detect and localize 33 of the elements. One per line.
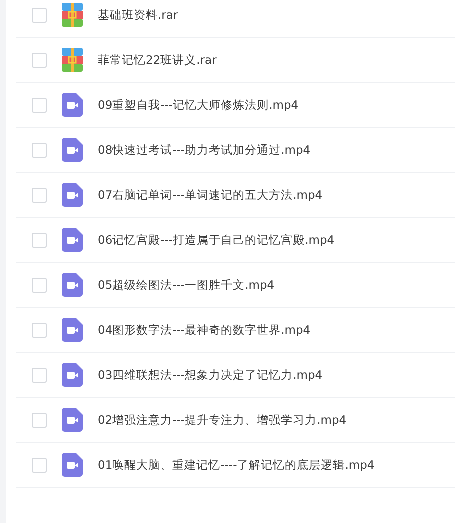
video-file-icon [62,318,83,342]
file-name[interactable]: 08快速过考试---助力考试加分通过.mp4 [98,142,311,158]
video-file-icon [62,273,83,297]
checkbox[interactable] [32,188,47,202]
file-name[interactable]: 基础班资料.rar [98,8,178,22]
archive-icon [62,3,83,27]
checkbox[interactable] [32,458,47,472]
file-name[interactable]: 04图形数字法---最神奇的数字世界.mp4 [98,322,311,338]
checkbox[interactable] [32,322,47,338]
file-name[interactable]: 06记忆宫殿---打造属于自己的记忆宫殿.mp4 [98,232,335,248]
checkbox[interactable] [32,8,47,22]
checkbox[interactable] [32,52,47,68]
video-file-icon [62,228,83,252]
file-name[interactable]: 菲常记忆22班讲义.rar [98,52,217,68]
video-file-icon [62,183,83,207]
checkbox[interactable] [32,142,47,158]
file-name[interactable]: 01唤醒大脑、重建记忆----了解记忆的底层逻辑.mp4 [98,458,375,472]
video-file-icon [62,408,83,432]
checkbox[interactable] [32,98,47,112]
file-name[interactable]: 03四维联想法---想象力决定了记忆力.mp4 [98,368,323,382]
checkbox[interactable] [32,368,47,382]
archive-icon [62,48,83,72]
file-name[interactable]: 09重塑自我---记忆大师修炼法则.mp4 [98,98,299,112]
video-file-icon [62,363,83,387]
video-file-icon [62,453,83,477]
video-file-icon [62,93,83,117]
checkbox[interactable] [32,278,47,292]
file-name[interactable]: 07右脑记单词---单词速记的五大方法.mp4 [98,188,323,202]
checkbox[interactable] [32,412,47,428]
video-file-icon [62,138,83,162]
checkbox[interactable] [32,232,47,248]
file-name[interactable]: 02增强注意力---提升专注力、增强学习力.mp4 [98,412,347,428]
file-name[interactable]: 05超级绘图法---一图胜千文.mp4 [98,278,275,292]
